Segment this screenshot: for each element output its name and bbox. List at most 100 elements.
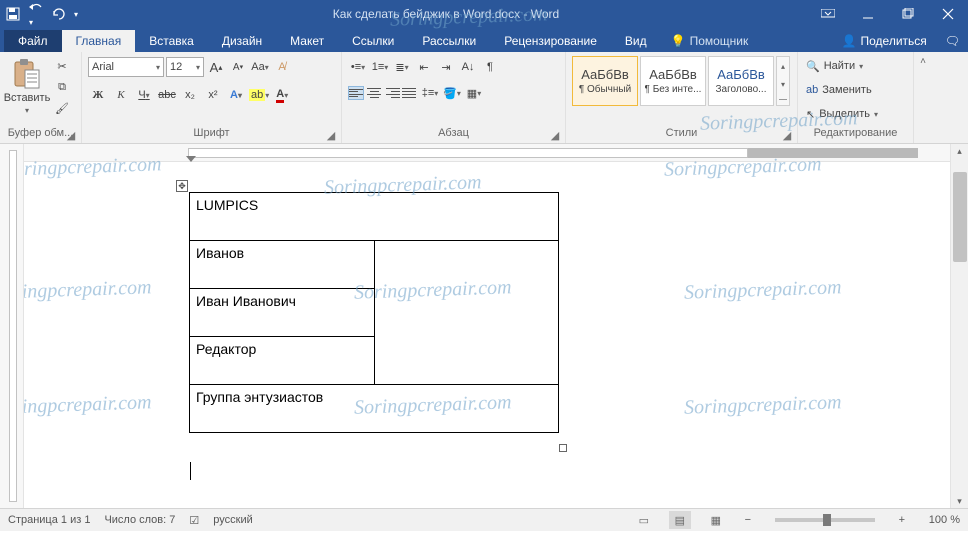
tab-file[interactable]: Файл bbox=[4, 30, 62, 52]
spellcheck-icon[interactable]: ☑ bbox=[189, 514, 199, 527]
qat-customize-icon[interactable]: ▾ bbox=[74, 10, 78, 19]
style-normal[interactable]: АаБбВв¶ Обычный bbox=[572, 56, 638, 106]
status-page[interactable]: Страница 1 из 1 bbox=[8, 514, 90, 526]
tab-view[interactable]: Вид bbox=[611, 30, 661, 52]
underline-button[interactable]: Ч▾ bbox=[134, 85, 154, 105]
paste-button[interactable]: Вставить ▾ bbox=[6, 56, 48, 115]
table-resize-handle-icon[interactable] bbox=[559, 444, 567, 452]
shading-button[interactable]: 🪣▾ bbox=[442, 83, 462, 103]
tab-design[interactable]: Дизайн bbox=[208, 30, 276, 52]
decrease-indent-icon[interactable]: ⇤ bbox=[414, 57, 434, 77]
numbering-button[interactable]: 1≡▾ bbox=[370, 57, 390, 77]
page[interactable]: ✥ LUMPICS Иванов Иван Иванович Редактор … bbox=[24, 162, 950, 508]
select-button[interactable]: ↖Выделить▾ bbox=[804, 104, 907, 124]
align-center-button[interactable] bbox=[366, 86, 382, 100]
tell-me[interactable]: 💡Помощник bbox=[661, 30, 759, 52]
line-spacing-button[interactable]: ‡≡▾ bbox=[420, 83, 440, 103]
dialog-launcher-icon[interactable]: ◢ bbox=[325, 129, 337, 141]
scroll-up-icon[interactable]: ▴ bbox=[953, 144, 967, 158]
font-size-combo[interactable]: 12▾ bbox=[166, 57, 204, 77]
dialog-launcher-icon[interactable]: ◢ bbox=[781, 129, 793, 141]
tab-insert[interactable]: Вставка bbox=[135, 30, 208, 52]
cut-icon[interactable]: ✂ bbox=[52, 56, 72, 76]
grow-font-icon[interactable]: A▴ bbox=[206, 57, 226, 77]
zoom-out-button[interactable]: − bbox=[741, 514, 755, 526]
cell-company[interactable]: LUMPICS bbox=[190, 193, 559, 241]
clear-format-icon[interactable]: A̸ bbox=[272, 57, 292, 77]
bold-button[interactable]: Ж bbox=[88, 85, 108, 105]
text-cursor bbox=[190, 462, 191, 480]
view-print-icon[interactable]: ▤ bbox=[669, 511, 691, 529]
increase-indent-icon[interactable]: ⇥ bbox=[436, 57, 456, 77]
redo-icon[interactable] bbox=[52, 7, 66, 21]
style-sample-2: АаБбВв bbox=[649, 67, 697, 82]
copy-icon[interactable]: ⧉ bbox=[52, 77, 72, 97]
zoom-thumb[interactable] bbox=[823, 514, 831, 526]
cell-photo[interactable] bbox=[374, 241, 559, 385]
font-color-button[interactable]: A▾ bbox=[272, 85, 292, 105]
cell-firstname[interactable]: Иван Иванович bbox=[190, 289, 375, 337]
minimize-icon[interactable] bbox=[848, 0, 888, 28]
close-icon[interactable] bbox=[928, 0, 968, 28]
align-right-button[interactable] bbox=[384, 86, 400, 100]
share-button[interactable]: 👤Поделиться bbox=[832, 30, 937, 52]
tab-home[interactable]: Главная bbox=[62, 30, 136, 52]
text-effects-button[interactable]: A▾ bbox=[226, 85, 246, 105]
status-words[interactable]: Число слов: 7 bbox=[104, 514, 175, 526]
tab-mailings[interactable]: Рассылки bbox=[408, 30, 490, 52]
italic-button[interactable]: К bbox=[111, 85, 131, 105]
scroll-down-icon[interactable]: ▾ bbox=[953, 494, 967, 508]
align-left-button[interactable] bbox=[348, 86, 364, 100]
view-read-icon[interactable]: ▭ bbox=[633, 511, 655, 529]
zoom-in-button[interactable]: + bbox=[895, 514, 909, 526]
styles-expand-button[interactable]: ▴▾ bbox=[776, 56, 790, 106]
strike-button[interactable]: abc bbox=[157, 85, 177, 105]
subscript-button[interactable]: x₂ bbox=[180, 85, 200, 105]
table-move-handle-icon[interactable]: ✥ bbox=[176, 180, 188, 192]
cell-group[interactable]: Группа энтузиастов bbox=[190, 385, 559, 433]
paste-icon bbox=[11, 58, 43, 90]
badge-table[interactable]: LUMPICS Иванов Иван Иванович Редактор Гр… bbox=[189, 192, 559, 433]
tab-layout[interactable]: Макет bbox=[276, 30, 338, 52]
highlight-label: ab bbox=[249, 89, 265, 101]
maximize-icon[interactable] bbox=[888, 0, 928, 28]
sort-icon[interactable]: A↓ bbox=[458, 57, 478, 77]
status-language[interactable]: русский bbox=[213, 514, 252, 526]
format-painter-icon[interactable]: 🖌 bbox=[52, 98, 72, 118]
superscript-button[interactable]: x² bbox=[203, 85, 223, 105]
view-web-icon[interactable]: ▦ bbox=[705, 511, 727, 529]
justify-button[interactable] bbox=[402, 86, 418, 100]
zoom-slider[interactable] bbox=[775, 518, 875, 522]
show-marks-icon[interactable]: ¶ bbox=[480, 57, 500, 77]
group-paragraph-label: Абзац bbox=[438, 127, 469, 139]
cell-position[interactable]: Редактор bbox=[190, 337, 375, 385]
font-name-combo[interactable]: Arial▾ bbox=[88, 57, 164, 77]
ruler-horizontal[interactable] bbox=[24, 144, 950, 162]
change-case-button[interactable]: Aa▾ bbox=[250, 57, 270, 77]
save-icon[interactable] bbox=[6, 7, 20, 21]
ruler-vertical[interactable] bbox=[0, 144, 24, 508]
replace-button[interactable]: abЗаменить bbox=[804, 80, 907, 100]
comments-icon[interactable]: 🗨 bbox=[937, 30, 968, 52]
scroll-thumb[interactable] bbox=[953, 172, 967, 262]
dialog-launcher-icon[interactable]: ◢ bbox=[65, 129, 77, 141]
select-label: Выделить bbox=[819, 108, 870, 120]
style-no-spacing[interactable]: АаБбВв¶ Без инте... bbox=[640, 56, 706, 106]
find-button[interactable]: 🔍Найти▾ bbox=[804, 56, 907, 76]
bullets-button[interactable]: •≡▾ bbox=[348, 57, 368, 77]
cell-lastname[interactable]: Иванов bbox=[190, 241, 375, 289]
borders-button[interactable]: ▦▾ bbox=[464, 83, 484, 103]
tab-review[interactable]: Рецензирование bbox=[490, 30, 611, 52]
table-row: Иванов bbox=[190, 241, 559, 289]
style-heading1[interactable]: АаБбВвЗаголово... bbox=[708, 56, 774, 106]
scrollbar-vertical[interactable]: ▴ ▾ bbox=[950, 144, 968, 508]
ribbon-options-icon[interactable] bbox=[808, 0, 848, 28]
shrink-font-icon[interactable]: A▾ bbox=[228, 57, 248, 77]
multilevel-button[interactable]: ≣▾ bbox=[392, 57, 412, 77]
highlight-button[interactable]: ab▾ bbox=[249, 85, 269, 105]
collapse-ribbon-icon[interactable]: ˄ bbox=[914, 52, 932, 143]
tab-references[interactable]: Ссылки bbox=[338, 30, 408, 52]
dialog-launcher-icon[interactable]: ◢ bbox=[549, 129, 561, 141]
undo-icon[interactable]: ▾ bbox=[28, 0, 44, 28]
zoom-level[interactable]: 100 % bbox=[929, 514, 960, 526]
